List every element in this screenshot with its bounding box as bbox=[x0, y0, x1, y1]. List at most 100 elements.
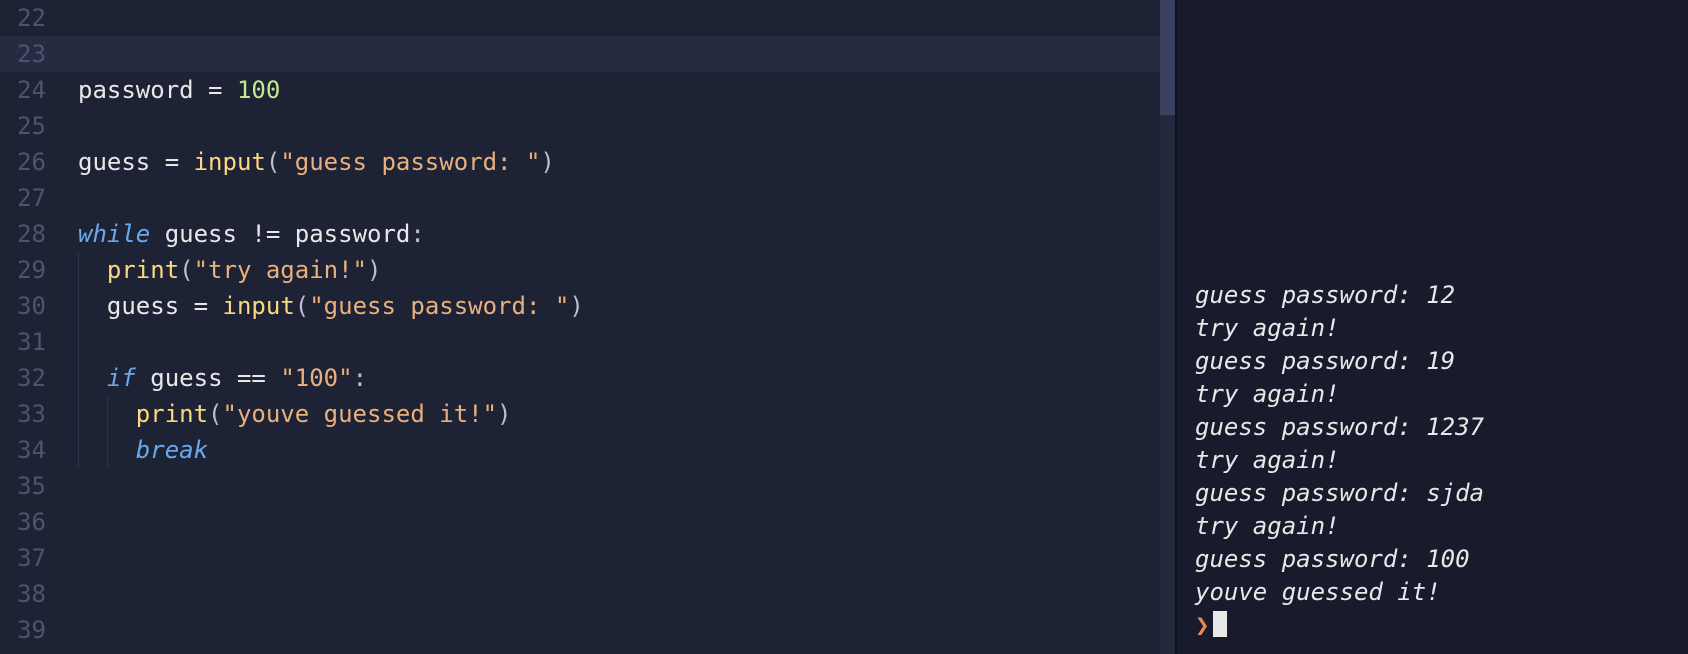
terminal-line: try again! bbox=[1195, 444, 1676, 477]
code-line[interactable] bbox=[58, 504, 1160, 540]
code-token bbox=[266, 364, 280, 392]
code-token: = bbox=[194, 292, 208, 320]
line-number: 38 bbox=[0, 576, 58, 612]
code-token: 100 bbox=[237, 76, 280, 104]
code-token: "guess password: " bbox=[309, 292, 569, 320]
terminal-line: youve guessed it! bbox=[1195, 576, 1676, 609]
terminal-line: guess password: 12 bbox=[1195, 279, 1676, 312]
code-line[interactable] bbox=[58, 612, 1160, 648]
terminal-line: try again! bbox=[1195, 312, 1676, 345]
code-token: ( bbox=[179, 256, 193, 284]
editor-scrollbar-thumb[interactable] bbox=[1160, 0, 1175, 115]
code-token: "guess password: " bbox=[280, 148, 540, 176]
code-token: ( bbox=[266, 148, 280, 176]
code-line[interactable]: print("youve guessed it!") bbox=[58, 396, 1160, 432]
code-token: while bbox=[78, 220, 150, 248]
line-number: 36 bbox=[0, 504, 58, 540]
indent-guide bbox=[78, 432, 79, 468]
code-token: password bbox=[295, 220, 411, 248]
line-number: 28 bbox=[0, 216, 58, 252]
editor-pane[interactable]: 222324252627282930313233343536373839 pas… bbox=[0, 0, 1175, 654]
code-token: != bbox=[251, 220, 280, 248]
code-line[interactable]: while guess != password: bbox=[58, 216, 1160, 252]
line-number: 30 bbox=[0, 288, 58, 324]
code-line[interactable]: guess = input("guess password: ") bbox=[58, 144, 1160, 180]
code-token: = bbox=[208, 76, 222, 104]
code-token bbox=[237, 220, 251, 248]
terminal-line: guess password: 100 bbox=[1195, 543, 1676, 576]
code-token bbox=[78, 256, 107, 284]
terminal-cursor bbox=[1213, 611, 1227, 637]
indent-guide bbox=[78, 252, 79, 288]
code-token: "youve guessed it!" bbox=[223, 400, 498, 428]
code-token: guess bbox=[150, 364, 222, 392]
code-line[interactable]: password = 100 bbox=[58, 72, 1160, 108]
terminal-prompt-line[interactable]: ❯ bbox=[1195, 609, 1676, 642]
line-number: 31 bbox=[0, 324, 58, 360]
indent-guide bbox=[107, 396, 108, 432]
indent-guide bbox=[107, 432, 108, 468]
code-line[interactable] bbox=[58, 468, 1160, 504]
code-token bbox=[78, 292, 107, 320]
line-number: 26 bbox=[0, 144, 58, 180]
indent-guide bbox=[78, 360, 79, 396]
terminal-pane[interactable]: guess password: 12try again!guess passwo… bbox=[1175, 0, 1688, 654]
code-line[interactable] bbox=[58, 36, 1160, 72]
indent-guide bbox=[78, 288, 79, 324]
terminal-line: guess password: sjda bbox=[1195, 477, 1676, 510]
code-token: : bbox=[353, 364, 367, 392]
line-number: 25 bbox=[0, 108, 58, 144]
line-number: 35 bbox=[0, 468, 58, 504]
code-line[interactable]: guess = input("guess password: ") bbox=[58, 288, 1160, 324]
code-token: if bbox=[107, 364, 136, 392]
code-token: input bbox=[194, 148, 266, 176]
line-number: 34 bbox=[0, 432, 58, 468]
code-line[interactable]: print("try again!") bbox=[58, 252, 1160, 288]
code-token bbox=[208, 292, 222, 320]
line-number-gutter: 222324252627282930313233343536373839 bbox=[0, 0, 58, 654]
code-token: == bbox=[237, 364, 266, 392]
code-line[interactable]: if guess == "100": bbox=[58, 360, 1160, 396]
code-token: guess bbox=[165, 220, 237, 248]
code-token: break bbox=[136, 436, 208, 464]
code-line[interactable]: break bbox=[58, 432, 1160, 468]
code-line[interactable] bbox=[58, 0, 1160, 36]
code-token: ( bbox=[208, 400, 222, 428]
terminal-line: guess password: 19 bbox=[1195, 345, 1676, 378]
indent-guide bbox=[78, 396, 79, 432]
code-line[interactable] bbox=[58, 324, 1160, 360]
terminal-line: guess password: 1237 bbox=[1195, 411, 1676, 444]
code-token: "try again!" bbox=[194, 256, 367, 284]
terminal-prompt: ❯ bbox=[1195, 611, 1209, 639]
terminal-line: try again! bbox=[1195, 510, 1676, 543]
code-token: ) bbox=[367, 256, 381, 284]
editor-scrollbar-track[interactable] bbox=[1160, 0, 1175, 654]
code-token: print bbox=[107, 256, 179, 284]
code-token: guess bbox=[107, 292, 179, 320]
code-token: guess bbox=[78, 148, 150, 176]
code-token: ( bbox=[295, 292, 309, 320]
line-number: 33 bbox=[0, 396, 58, 432]
code-token: print bbox=[136, 400, 208, 428]
code-line[interactable] bbox=[58, 540, 1160, 576]
code-token: = bbox=[165, 148, 179, 176]
line-number: 39 bbox=[0, 612, 58, 648]
code-token: ) bbox=[569, 292, 583, 320]
line-number: 32 bbox=[0, 360, 58, 396]
line-number: 23 bbox=[0, 36, 58, 72]
code-token bbox=[179, 148, 193, 176]
code-token bbox=[179, 292, 193, 320]
code-token bbox=[223, 364, 237, 392]
code-line[interactable] bbox=[58, 180, 1160, 216]
code-token: input bbox=[223, 292, 295, 320]
code-line[interactable] bbox=[58, 576, 1160, 612]
line-number: 29 bbox=[0, 252, 58, 288]
code-token bbox=[150, 220, 164, 248]
code-token: password bbox=[78, 76, 194, 104]
app-root: 222324252627282930313233343536373839 pas… bbox=[0, 0, 1688, 654]
code-line[interactable] bbox=[58, 108, 1160, 144]
terminal-line: try again! bbox=[1195, 378, 1676, 411]
code-token bbox=[194, 76, 208, 104]
code-area[interactable]: password = 100guess = input("guess passw… bbox=[58, 0, 1160, 654]
indent-guide bbox=[78, 324, 79, 360]
